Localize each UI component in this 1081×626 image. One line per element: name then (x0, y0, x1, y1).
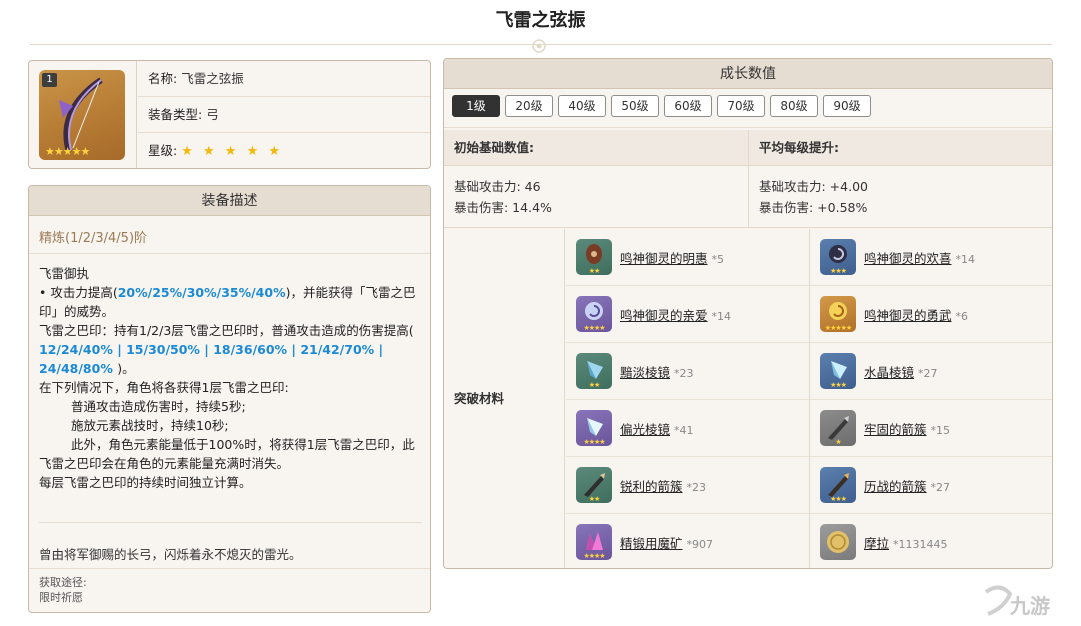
ornament-icon (532, 39, 546, 53)
info-row-type: 装备类型: 弓 (138, 97, 430, 133)
watermark-text: 九游 (1010, 594, 1050, 618)
material-item[interactable]: ★★ 锐利的箭簇 *23 (566, 457, 809, 514)
desc-line-skill: 施放元素战技时，持续10秒; (71, 418, 229, 433)
material-link[interactable]: 历战的箭簇 *27 (864, 476, 950, 495)
desc-line-conditions: 在下列情况下，角色将各获得1层飞雷之巴印: (39, 380, 289, 395)
material-link[interactable]: 牢固的箭簇 *15 (864, 419, 950, 438)
material-item[interactable]: ★ 牢固的箭簇 *15 (810, 400, 1052, 457)
level-tab-50[interactable]: 50级 (611, 95, 659, 117)
base-stats: 基础攻击力: 46 暴击伤害: 14.4% (444, 167, 748, 228)
material-link[interactable]: 精锻用魔矿 *907 (620, 533, 713, 552)
growth-card: 成长数值 1级 20级 40级 50级 60级 70级 80级 90级 初始基础数值: 平均每… (443, 58, 1053, 569)
avg-stats: 基础攻击力: +4.00 暴击伤害: +0.58% (749, 167, 1052, 228)
spiral-gold-icon: ★★★★★ (820, 296, 856, 332)
material-item[interactable]: ★★ 黯淡棱镜 *23 (566, 343, 809, 400)
star-rating: ★ ★ ★ ★ ★ (181, 144, 284, 159)
tassel-icon: ★★ (576, 239, 612, 275)
level-tabs: 1级 20级 40级 50级 60级 70级 80级 90级 (444, 89, 1052, 128)
material-item[interactable]: ★★★★★ 鸣神御灵的勇武 *6 (810, 286, 1052, 343)
level-tab-70[interactable]: 70级 (717, 95, 765, 117)
star-label: 星级: (148, 143, 178, 158)
material-item[interactable]: ★★★★ 精锻用魔矿 *907 (566, 514, 809, 568)
ore-icon: ★★★★ (576, 524, 612, 560)
base-atk: 基础攻击力: 46 (454, 179, 541, 194)
name-label: 名称: (148, 71, 178, 86)
desc-line-seal: 飞雷之巴印：持有1/2/3层飞雷之巴印时，普通攻击造成的伤害提高( 12/24/… (39, 323, 414, 376)
weapon-info-card: 1 ★★★★★ 名称: 飞雷之弦振 装备类型: 弓 星级: ★ ★ ★ ★ ★ (28, 60, 431, 169)
base-stats-header: 初始基础数值: (444, 130, 748, 166)
material-item[interactable]: 摩拉 *1131445 (810, 514, 1052, 568)
prism-icon: ★★ (576, 353, 612, 389)
weapon-type: 弓 (206, 107, 219, 122)
weapon-icon-cell: 1 ★★★★★ (29, 61, 137, 168)
spiral-icon: ★★★★ (576, 296, 612, 332)
level-tab-1[interactable]: 1级 (452, 95, 500, 117)
stats-divider (748, 130, 749, 228)
arrowhead-icon: ★ (820, 410, 856, 446)
type-label: 装备类型: (148, 107, 203, 122)
info-row-name: 名称: 飞雷之弦振 (138, 61, 430, 97)
rarity-stars: ★★★★★ (45, 145, 90, 158)
material-item[interactable]: ★★★ 历战的箭簇 *27 (810, 457, 1052, 514)
prism-icon: ★★★ (820, 353, 856, 389)
flavor-text: 曾由将军御赐的长弓，闪烁着永不熄灭的雷光。 (39, 547, 302, 562)
material-item[interactable]: ★★★ 鸣神御灵的欢喜 *14 (810, 229, 1052, 286)
avg-crit: 暴击伤害: +0.58% (759, 200, 868, 215)
desc-line-energy: 此外，角色元素能量低于100%时，将获得1层飞雷之巴印，此飞雷之巴印会在角色的元… (39, 437, 415, 471)
flavor-divider (39, 522, 422, 523)
level-tab-40[interactable]: 40级 (558, 95, 606, 117)
page-title: 飞雷之弦振 (495, 10, 586, 31)
material-item[interactable]: ★★★★ 鸣神御灵的亲爱 *14 (566, 286, 809, 343)
desc-line-normal: 普通攻击造成伤害时，持续5秒; (71, 399, 246, 414)
info-row-stars: 星级: ★ ★ ★ ★ ★ (138, 133, 430, 168)
source-box: 获取途径: 限时祈愿 (29, 568, 430, 612)
prism-icon: ★★★★ (576, 410, 612, 446)
avg-stats-header: 平均每级提升: (749, 130, 1052, 166)
desc-line-duration: 每层飞雷之巴印的持续时间独立计算。 (39, 475, 252, 490)
desc-line-atk: • 攻击力提高(20%/25%/30%/35%/40%)，并能获得「飞雷之巴印」… (39, 285, 416, 319)
base-crit: 暴击伤害: 14.4% (454, 200, 552, 215)
source-label: 获取途径: (39, 576, 87, 589)
avg-atk: 基础攻击力: +4.00 (759, 179, 868, 194)
arrowhead-icon: ★★★ (820, 467, 856, 503)
arrowhead-icon: ★★ (576, 467, 612, 503)
rank-badge: 1 (42, 73, 57, 87)
materials-label: 突破材料 (444, 229, 565, 568)
description-header: 装备描述 (29, 186, 430, 216)
material-item[interactable]: ★★ 鸣神御灵的明惠 *5 (566, 229, 809, 286)
material-link[interactable]: 黯淡棱镜 *23 (620, 362, 694, 381)
description-card: 装备描述 精炼(1/2/3/4/5)阶 飞雷御执 • 攻击力提高(20%/25%… (28, 185, 431, 613)
material-link[interactable]: 水晶棱镜 *27 (864, 362, 938, 381)
level-tab-80[interactable]: 80级 (770, 95, 818, 117)
description-body: 飞雷御执 • 攻击力提高(20%/25%/30%/35%/40%)，并能获得「飞… (29, 254, 430, 554)
material-item[interactable]: ★★★ 水晶棱镜 *27 (810, 343, 1052, 400)
material-link[interactable]: 偏光棱镜 *41 (620, 419, 694, 438)
material-link[interactable]: 鸣神御灵的欢喜 *14 (864, 248, 975, 267)
material-link[interactable]: 鸣神御灵的明惠 *5 (620, 248, 724, 267)
weapon-name: 飞雷之弦振 (181, 71, 244, 86)
material-link[interactable]: 鸣神御灵的亲爱 *14 (620, 305, 731, 324)
material-link[interactable]: 摩拉 *1131445 (864, 533, 948, 552)
refine-label: 精炼(1/2/3/4/5)阶 (29, 216, 430, 254)
level-tab-60[interactable]: 60级 (664, 95, 712, 117)
material-item[interactable]: ★★★★ 偏光棱镜 *41 (566, 400, 809, 457)
material-link[interactable]: 锐利的箭簇 *23 (620, 476, 706, 495)
level-tab-90[interactable]: 90级 (823, 95, 871, 117)
material-link[interactable]: 鸣神御灵的勇武 *6 (864, 305, 968, 324)
skill-name: 飞雷御执 (39, 266, 90, 281)
source-value: 限时祈愿 (39, 591, 83, 604)
bow-icon: 1 ★★★★★ (39, 70, 125, 160)
level-tab-20[interactable]: 20级 (505, 95, 553, 117)
growth-header: 成长数值 (444, 59, 1052, 89)
mora-coin-icon (820, 524, 856, 560)
spiral-icon: ★★★ (820, 239, 856, 275)
